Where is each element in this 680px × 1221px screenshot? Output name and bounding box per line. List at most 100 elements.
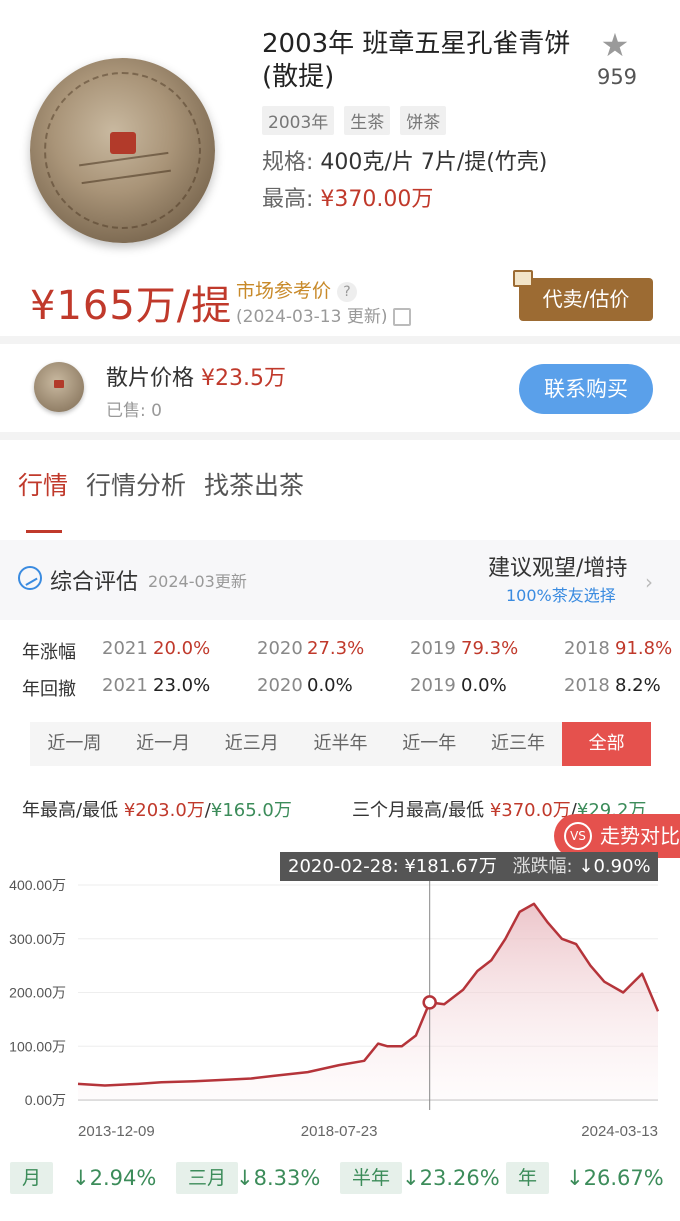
rise-year: 2019 xyxy=(410,638,456,659)
consign-button[interactable]: 代卖/估价 xyxy=(513,270,653,321)
y-tick-label: 200.00万 xyxy=(9,985,66,1001)
rise-year: 2018 xyxy=(564,638,610,659)
range-3months[interactable]: 近三月 xyxy=(207,722,296,766)
product-image[interactable] xyxy=(30,58,215,243)
trend-icon xyxy=(18,566,42,590)
range-month[interactable]: 近一月 xyxy=(119,722,208,766)
range-selector: 近一周 近一月 近三月 近半年 近一年 近三年 全部 xyxy=(30,722,652,766)
sold-count: 已售: 0 xyxy=(106,401,162,421)
drawdown-value: 23.0% xyxy=(153,675,211,696)
compare-label: 走势对比 xyxy=(600,824,680,848)
rise-year: 2020 xyxy=(257,638,303,659)
loose-value: ¥23.5万 xyxy=(201,366,286,391)
period-year-badge[interactable]: 年 xyxy=(506,1162,550,1194)
product-title: 2003年 班章五星孔雀青饼(散提) xyxy=(262,29,571,92)
period-half-year-badge[interactable]: 半年 xyxy=(340,1162,403,1194)
edit-icon[interactable] xyxy=(393,308,412,326)
quarter-high: ¥370.0万 xyxy=(489,800,571,821)
loose-label: 散片价格 xyxy=(106,366,195,391)
tooltip-change-label: 涨跌幅: xyxy=(512,856,573,877)
x-tick-label: 2013-12-09 xyxy=(78,1123,155,1140)
tag-year: 2003年 xyxy=(262,106,335,135)
chevron-right-icon[interactable]: › xyxy=(645,570,653,594)
price-chart[interactable]: 400.00万 300.00万 200.00万 100.00万 0.00万 2013-12… xyxy=(0,870,680,1160)
year-high-low: 年最高/最低 ¥203.0万/¥165.0万 xyxy=(22,796,292,822)
drawdown-year: 2018 xyxy=(564,675,610,696)
period-month-value: ↓2.94% xyxy=(72,1166,157,1190)
rise-year: 2021 xyxy=(102,638,148,659)
range-all[interactable]: 全部 xyxy=(562,722,652,766)
drawdown-year: 2021 xyxy=(102,675,148,696)
drawdown-value: 0.0% xyxy=(461,675,507,696)
y-tick-label: 100.00万 xyxy=(9,1038,66,1054)
tab-bar: 行情 行情分析 找茶出茶 xyxy=(18,466,304,502)
advice-text: 建议观望/增持 xyxy=(488,556,628,581)
year-low: ¥165.0万 xyxy=(210,800,292,821)
contact-buy-button[interactable]: 联系购买 xyxy=(519,364,653,414)
evaluation-title: 综合评估 xyxy=(50,570,139,595)
rise-value: 91.8% xyxy=(615,638,673,659)
star-icon[interactable]: ★ xyxy=(598,28,632,62)
period-3month-badge[interactable]: 三月 xyxy=(176,1162,239,1194)
vs-icon: VS xyxy=(564,822,592,850)
market-ref-label[interactable]: 市场参考价? xyxy=(236,276,358,303)
range-year[interactable]: 近一年 xyxy=(385,722,474,766)
period-half-year-value: ↓23.26% xyxy=(402,1166,500,1190)
tooltip-change-value: ↓0.90% xyxy=(578,856,651,877)
main-price: ¥165万/提 xyxy=(30,283,233,329)
range-3years[interactable]: 近三年 xyxy=(474,722,563,766)
tag-type: 生茶 xyxy=(344,106,391,135)
y-tick-label: 0.00万 xyxy=(25,1092,66,1108)
range-half-year[interactable]: 近半年 xyxy=(296,722,385,766)
box-icon xyxy=(513,270,533,287)
tag-shape: 饼茶 xyxy=(400,106,447,135)
spec-row: 规格: 400克/片 7片/提(竹壳) xyxy=(262,144,547,176)
drawdown-value: 8.2% xyxy=(615,675,661,696)
chart-tooltip: 2020-02-28: ¥181.67万 涨跌幅: ↓0.90% xyxy=(280,852,658,881)
advice-subtext: 100%茶友选择 xyxy=(506,586,616,605)
period-month-badge[interactable]: 月 xyxy=(10,1162,54,1194)
consign-label: 代卖/估价 xyxy=(542,287,630,311)
spec-label: 规格: xyxy=(262,150,314,175)
max-price-row: 最高: ¥370.00万 xyxy=(262,181,433,213)
rise-value: 79.3% xyxy=(461,638,519,659)
max-label: 最高: xyxy=(262,187,314,212)
tag-list: 2003年 生茶 饼茶 xyxy=(262,106,447,135)
cake-stamp xyxy=(110,132,136,154)
range-week[interactable]: 近一周 xyxy=(30,722,119,766)
quarter-hilo-label: 三个月最高/最低 xyxy=(352,800,485,821)
period-3month-value: ↓8.33% xyxy=(236,1166,321,1190)
rise-label: 年涨幅 xyxy=(22,642,76,663)
drawdown-value: 0.0% xyxy=(307,675,353,696)
tooltip-date-price: 2020-02-28: ¥181.67万 xyxy=(288,856,497,877)
rise-value: 20.0% xyxy=(153,638,211,659)
y-tick-label: 300.00万 xyxy=(9,931,66,947)
year-high: ¥203.0万 xyxy=(123,800,205,821)
rise-value: 27.3% xyxy=(307,638,365,659)
series-area xyxy=(78,903,658,1100)
highlight-point xyxy=(422,995,437,1010)
tab-market[interactable]: 行情 xyxy=(18,466,68,502)
favorite-count: 959 xyxy=(596,65,638,89)
divider xyxy=(0,432,680,440)
year-hilo-label: 年最高/最低 xyxy=(22,800,119,821)
drawdown-year: 2019 xyxy=(410,675,456,696)
drawdown-year: 2020 xyxy=(257,675,303,696)
update-date: (2024-03-13 更新) xyxy=(236,307,388,327)
loose-price-row: 散片价格 ¥23.5万 xyxy=(106,360,286,392)
max-value: ¥370.00万 xyxy=(320,187,434,212)
drawdown-label: 年回撤 xyxy=(22,679,76,700)
x-tick-label: 2024-03-13 xyxy=(581,1123,658,1140)
tab-find-tea[interactable]: 找茶出茶 xyxy=(204,466,304,502)
help-icon[interactable]: ? xyxy=(337,281,358,302)
tab-underline xyxy=(26,530,62,533)
period-year-value: ↓26.67% xyxy=(566,1166,664,1190)
market-ref-text: 市场参考价 xyxy=(236,280,332,302)
y-tick-label: 400.00万 xyxy=(9,877,66,893)
tab-analysis[interactable]: 行情分析 xyxy=(86,466,186,502)
loose-image xyxy=(34,362,84,412)
update-row: (2024-03-13 更新) xyxy=(236,302,412,327)
divider xyxy=(0,336,680,344)
evaluation-date: 2024-03更新 xyxy=(148,572,247,591)
x-tick-label: 2018-07-23 xyxy=(301,1123,378,1140)
